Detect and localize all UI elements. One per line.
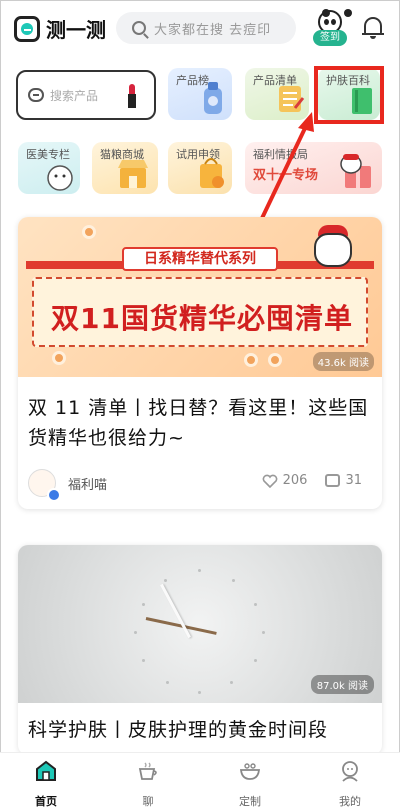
profile-icon [342,761,358,782]
tab-label: 定制 [239,795,261,808]
avatar [28,469,61,502]
decor-dot [82,225,96,239]
home-icon [36,760,56,781]
tab-customize[interactable]: 定制 [220,759,280,809]
tab-home[interactable]: 首页 [16,759,76,809]
tab-label: 我的 [339,795,361,808]
tab-label: 聊 [142,795,154,808]
decor-dot [52,351,66,365]
cat-mascot-icon [310,225,356,275]
banner-tag: 日系精华替代系列 [122,247,278,271]
decor-dot [244,353,258,367]
heart-icon[interactable] [262,474,278,488]
article-banner: 日系精华替代系列 双11国货精华必囤清单 43.6k 阅读 [18,217,382,377]
view-count: 43.6k 阅读 [312,352,374,371]
author-name: 福利喵 [68,477,108,493]
like-count: 206 [282,473,308,488]
feed-card[interactable]: 87.0k 阅读 科学护肤丨皮肤护理的黄金时间段 [18,545,382,755]
article-title[interactable]: 科学护肤丨皮肤护理的黄金时间段 [28,715,328,742]
comment-count: 31 [345,473,362,488]
chat-cup-icon [138,762,157,780]
author-info[interactable]: 福利喵 [28,469,108,502]
banner-main: 双11国货精华必囤清单 [32,277,368,347]
tab-label: 首页 [35,795,57,808]
article-photo: 87.0k 阅读 [18,545,382,703]
clock-hand [160,583,191,639]
bowl-icon [239,763,261,780]
banner-title: 双11国货精华必囤清单 [51,302,353,335]
tab-chat[interactable]: 聊 [118,759,178,809]
comment-icon[interactable] [325,474,341,487]
feed-card[interactable]: 日系精华替代系列 双11国货精华必囤清单 43.6k 阅读 双 11 清单丨找日… [18,217,382,509]
decor-dot [268,353,282,367]
view-count: 87.0k 阅读 [310,675,374,694]
tab-profile[interactable]: 我的 [320,759,380,809]
article-title[interactable]: 双 11 清单丨找日替？看这里！这些国货精华也很给力~ [28,393,374,453]
article-stats: 206 31 [262,473,362,488]
bottom-tab-bar: 首页 聊 定制 我的 [0,752,400,812]
